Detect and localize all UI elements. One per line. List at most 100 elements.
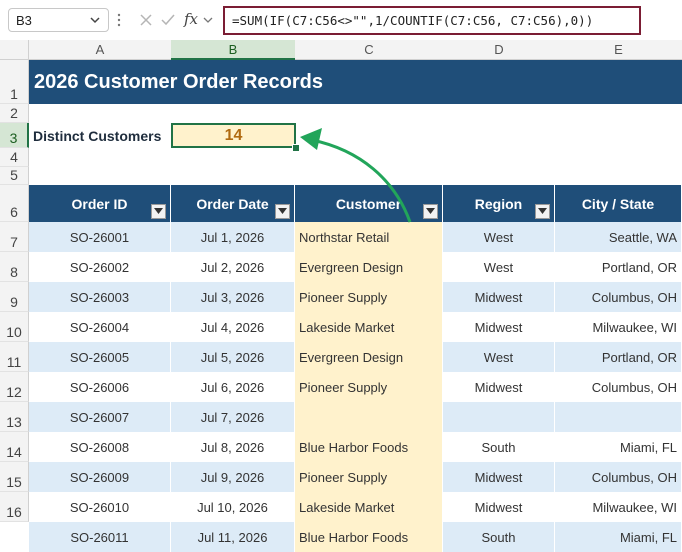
- row-header-2[interactable]: 2: [0, 104, 29, 123]
- cell-order-date[interactable]: Jul 5, 2026: [171, 342, 295, 372]
- cell-customer[interactable]: Blue Harbor Foods: [295, 522, 443, 552]
- cell-city-state[interactable]: Miami, FL: [555, 522, 682, 552]
- row-header-4[interactable]: 4: [0, 148, 29, 167]
- cell-city-state[interactable]: Seattle, WA: [555, 222, 682, 252]
- cell-customer[interactable]: Pioneer Supply: [295, 282, 443, 312]
- cell-order-date[interactable]: Jul 7, 2026: [171, 402, 295, 432]
- cell-region[interactable]: West: [443, 342, 555, 372]
- row-header-10[interactable]: 10: [0, 312, 29, 342]
- row-header-3[interactable]: 3: [0, 123, 29, 148]
- cell-city-state[interactable]: Milwaukee, WI: [555, 312, 682, 342]
- x-icon[interactable]: [138, 12, 154, 28]
- cell-city-state[interactable]: Portland, OR: [555, 252, 682, 282]
- row-header-12[interactable]: 12: [0, 372, 29, 402]
- cell-customer[interactable]: Lakeside Market: [295, 312, 443, 342]
- row-header-7[interactable]: 7: [0, 222, 29, 252]
- cell-region[interactable]: Midwest: [443, 372, 555, 402]
- cell-customer[interactable]: Lakeside Market: [295, 492, 443, 522]
- row-header-5[interactable]: 5: [0, 167, 29, 185]
- cell-order-id[interactable]: SO-26010: [29, 492, 171, 522]
- filter-dropdown-icon[interactable]: [275, 204, 290, 219]
- cell-region[interactable]: West: [443, 222, 555, 252]
- header-order-date[interactable]: Order Date: [171, 185, 295, 222]
- cell-order-date[interactable]: Jul 10, 2026: [171, 492, 295, 522]
- cell-order-id[interactable]: SO-26008: [29, 432, 171, 462]
- distinct-customers-label-cell[interactable]: Distinct Customers: [29, 123, 171, 148]
- name-box[interactable]: B3: [8, 8, 109, 32]
- column-header-e[interactable]: E: [555, 40, 682, 60]
- cell-city-state[interactable]: Columbus, OH: [555, 462, 682, 492]
- row-header-1[interactable]: 1: [0, 60, 29, 104]
- cell-order-date[interactable]: Jul 8, 2026: [171, 432, 295, 462]
- cell-customer[interactable]: Evergreen Design: [295, 342, 443, 372]
- cell-order-date[interactable]: Jul 11, 2026: [171, 522, 295, 552]
- header-region[interactable]: Region: [443, 185, 555, 222]
- cell-region[interactable]: Midwest: [443, 282, 555, 312]
- cell-order-id[interactable]: SO-26003: [29, 282, 171, 312]
- check-icon[interactable]: [160, 12, 176, 28]
- cell-order-date[interactable]: Jul 9, 2026: [171, 462, 295, 492]
- cell-order-id[interactable]: SO-26006: [29, 372, 171, 402]
- cell-city-state[interactable]: Columbus, OH: [555, 282, 682, 312]
- sheet-title-banner[interactable]: 2026 Customer Order Records: [29, 60, 682, 104]
- cell-city-state[interactable]: Portland, OR: [555, 342, 682, 372]
- cell-customer[interactable]: Northstar Retail: [295, 222, 443, 252]
- row-header-15[interactable]: 15: [0, 462, 29, 492]
- cell-order-date[interactable]: Jul 1, 2026: [171, 222, 295, 252]
- cell-city-state[interactable]: [555, 402, 682, 432]
- cell-order-date[interactable]: Jul 6, 2026: [171, 372, 295, 402]
- cell-customer[interactable]: Evergreen Design: [295, 252, 443, 282]
- column-header-a[interactable]: A: [29, 40, 171, 60]
- cell-customer[interactable]: Pioneer Supply: [295, 372, 443, 402]
- cell-order-id[interactable]: SO-26007: [29, 402, 171, 432]
- row-header-6[interactable]: 6: [0, 185, 29, 222]
- cell-order-id[interactable]: SO-26011: [29, 522, 171, 552]
- fx-icon[interactable]: fx: [184, 10, 198, 28]
- row-header-14[interactable]: 14: [0, 432, 29, 462]
- filter-dropdown-icon[interactable]: [423, 204, 438, 219]
- cell-city-state[interactable]: Milwaukee, WI: [555, 492, 682, 522]
- cell-region[interactable]: South: [443, 432, 555, 462]
- filter-dropdown-icon[interactable]: [535, 204, 550, 219]
- select-all-corner[interactable]: [0, 40, 29, 60]
- cell-order-id[interactable]: SO-26004: [29, 312, 171, 342]
- row-header-16[interactable]: 16: [0, 492, 29, 522]
- formula-input[interactable]: =SUM(IF(C7:C56<>"",1/COUNTIF(C7:C56, C7:…: [223, 6, 641, 35]
- header-city-state[interactable]: City / State: [555, 185, 682, 222]
- row-header-13[interactable]: 13: [0, 402, 29, 432]
- cell-city-state[interactable]: Miami, FL: [555, 432, 682, 462]
- cell-region[interactable]: [443, 402, 555, 432]
- row-header-8[interactable]: 8: [0, 252, 29, 282]
- chevron-down-icon[interactable]: [88, 13, 102, 27]
- cell-order-date[interactable]: Jul 3, 2026: [171, 282, 295, 312]
- chevron-down-icon[interactable]: [202, 15, 214, 25]
- cell-order-id[interactable]: SO-26009: [29, 462, 171, 492]
- cell-order-id[interactable]: SO-26001: [29, 222, 171, 252]
- cell-region[interactable]: Midwest: [443, 492, 555, 522]
- header-customer[interactable]: Customer: [295, 185, 443, 222]
- cell-order-date[interactable]: Jul 4, 2026: [171, 312, 295, 342]
- row-header-11[interactable]: 11: [0, 342, 29, 372]
- cell-region[interactable]: Midwest: [443, 462, 555, 492]
- cell-order-date[interactable]: Jul 2, 2026: [171, 252, 295, 282]
- cell-region[interactable]: South: [443, 522, 555, 552]
- column-header-d[interactable]: D: [443, 40, 555, 60]
- region-value: Midwest: [474, 290, 523, 305]
- column-header-b[interactable]: B: [171, 40, 295, 60]
- column-header-c[interactable]: C: [295, 40, 443, 60]
- cell-region[interactable]: West: [443, 252, 555, 282]
- row-header-9[interactable]: 9: [0, 282, 29, 312]
- order-id-value: SO-26004: [69, 320, 130, 335]
- cell-customer[interactable]: Blue Harbor Foods: [295, 432, 443, 462]
- cell-region[interactable]: Midwest: [443, 312, 555, 342]
- cell-customer[interactable]: Pioneer Supply: [295, 462, 443, 492]
- cell-customer[interactable]: [295, 402, 443, 432]
- fill-handle[interactable]: [292, 144, 300, 152]
- cell-order-id[interactable]: SO-26005: [29, 342, 171, 372]
- header-order-id[interactable]: Order ID: [29, 185, 171, 222]
- filter-dropdown-icon[interactable]: [151, 204, 166, 219]
- cell-order-id[interactable]: SO-26002: [29, 252, 171, 282]
- distinct-customers-value-cell[interactable]: 14: [171, 123, 296, 148]
- city-state-value: Seattle, WA: [608, 230, 677, 245]
- cell-city-state[interactable]: Columbus, OH: [555, 372, 682, 402]
